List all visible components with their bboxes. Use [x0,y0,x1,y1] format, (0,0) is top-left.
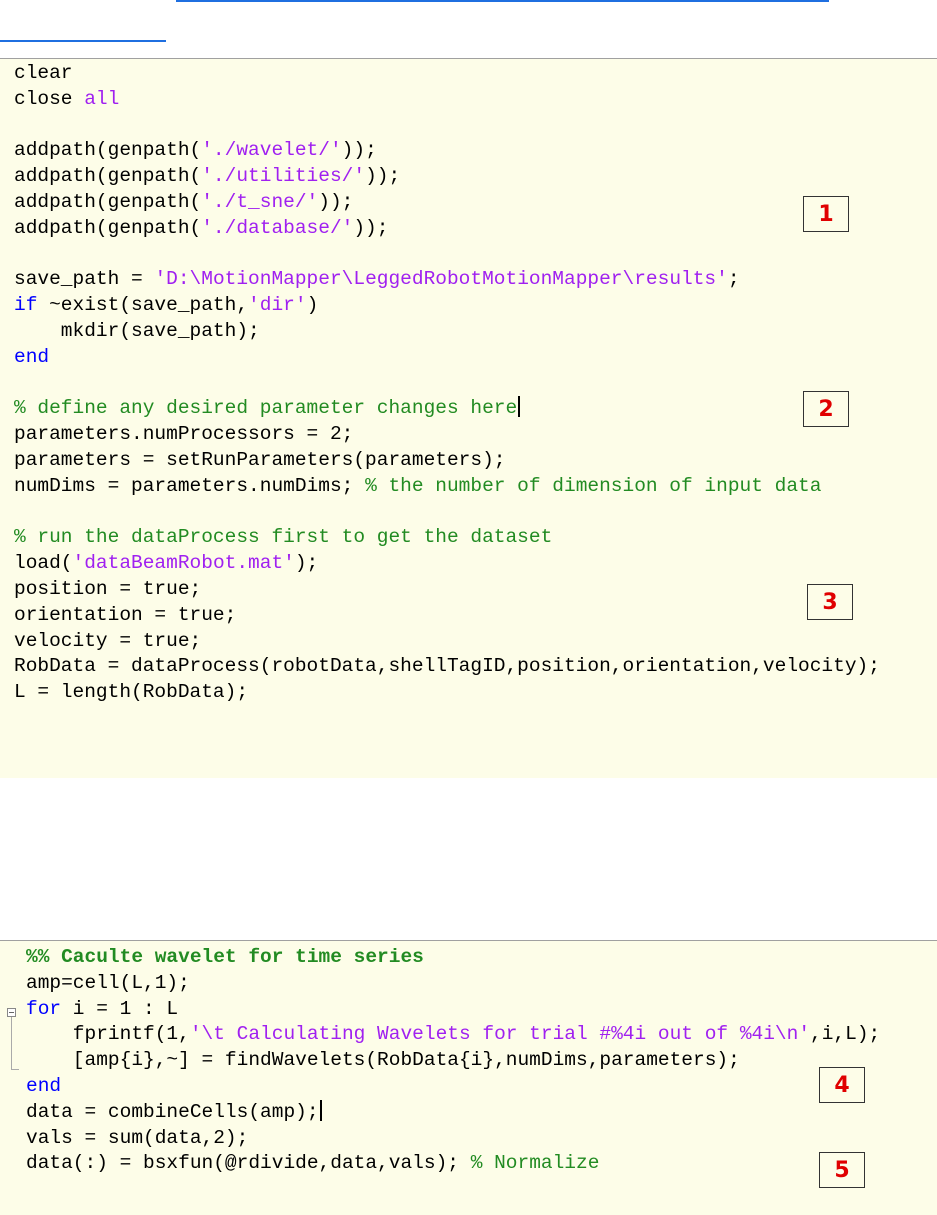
annotation-badge-1: 1 [803,196,849,232]
code-comment: % define any desired parameter changes h… [14,397,518,420]
code-editor-panel-1[interactable]: clear close all addpath(genpath('./wavel… [0,58,937,778]
code-keyword: if [14,294,38,317]
code-string: './database/' [201,216,354,239]
code-line: velocity = true; [14,629,202,652]
code-string: 'dir' [248,294,307,317]
fold-guide-line [11,1017,12,1069]
code-keyword: end [14,345,50,368]
code-string: 'dataBeamRobot.mat' [72,552,295,575]
hyperlink-underline[interactable] [176,0,829,2]
code-comment: % run the dataProcess first to get the d… [14,526,553,549]
code-line: position = true; [14,577,202,600]
code-keyword: end [26,1074,62,1097]
code-line: addpath(genpath( [14,190,202,213]
code-keyword: for [26,997,62,1020]
code-line: amp=cell(L,1); [26,971,190,994]
code-line: numDims = parameters.numDims; [14,474,366,497]
code-line: fprintf(1, [26,1023,190,1046]
code-editor-panel-2[interactable]: %% Caculte wavelet for time series amp=c… [0,940,937,1215]
code-section-title: %% Caculte wavelet for time series [26,946,424,968]
collapse-minus-icon[interactable] [7,1008,16,1017]
code-string: '\t Calculating Wavelets for trial #%4i … [189,1023,811,1046]
code-line: [amp{i},~] = findWavelets(RobData{i},num… [26,1049,740,1072]
code-line: load( [14,552,73,575]
code-string: 'D:\MotionMapper\LeggedRobotMotionMapper… [154,268,728,291]
code-line: mkdir(save_path); [14,319,260,342]
code-line: addpath(genpath( [14,216,202,239]
text-cursor [518,396,521,418]
code-block-2[interactable]: %% Caculte wavelet for time series amp=c… [26,945,880,1177]
code-line: clear [14,62,73,84]
code-string: './t_sne/' [201,190,319,213]
code-line: parameters = setRunParameters(parameters… [14,448,506,471]
code-line: L = length(RobData); [14,681,249,704]
code-comment: % Normalize [470,1152,600,1175]
fold-guide-end [11,1069,19,1070]
annotation-badge-4: 4 [819,1067,865,1103]
code-line: close [14,87,85,110]
code-line: addpath(genpath( [14,165,202,188]
code-line: parameters.numProcessors = 2; [14,423,354,446]
hyperlink-underline-continuation[interactable] [0,40,166,42]
code-string: './wavelet/' [201,139,342,162]
code-line: save_path = [14,268,155,291]
annotation-badge-2: 2 [803,391,849,427]
code-string: './utilities/' [201,165,366,188]
annotation-badge-5: 5 [819,1152,865,1188]
code-line: RobData = dataProcess(robotData,shellTag… [14,655,880,678]
code-comment: % the number of dimension of input data [365,474,822,497]
code-line: data = combineCells(amp); [26,1100,319,1123]
code-line: orientation = true; [14,603,237,626]
code-line: addpath(genpath( [14,139,202,162]
text-cursor [319,1099,322,1121]
code-block-1[interactable]: clear close all addpath(genpath('./wavel… [14,61,880,706]
code-line: data(:) = bsxfun(@rdivide,data,vals); [26,1152,471,1175]
code-string: all [84,87,120,110]
annotation-badge-3: 3 [807,584,853,620]
code-line: vals = sum(data,2); [26,1126,249,1149]
